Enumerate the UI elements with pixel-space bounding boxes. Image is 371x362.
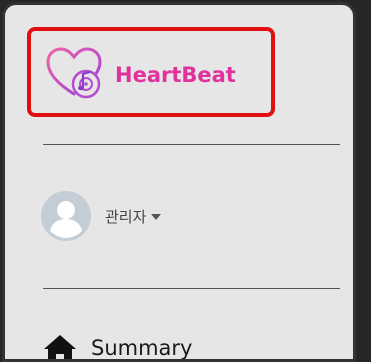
- nav-item-summary[interactable]: Summary: [43, 333, 193, 360]
- user-name: 관리자: [105, 207, 147, 226]
- nav-item-label: Summary: [91, 336, 193, 360]
- divider: [43, 144, 340, 145]
- user-menu[interactable]: 관리자: [41, 191, 162, 241]
- heart-music-note-icon: [46, 47, 102, 99]
- default-avatar-icon: [41, 191, 91, 241]
- logo-highlight-box[interactable]: HeartBeat: [27, 27, 275, 117]
- home-icon: [44, 335, 76, 359]
- caret-down-icon[interactable]: [151, 214, 162, 220]
- divider: [43, 288, 340, 289]
- sidebar: HeartBeat 관리자 Summary: [2, 2, 356, 362]
- brand-name: HeartBeat: [115, 63, 236, 87]
